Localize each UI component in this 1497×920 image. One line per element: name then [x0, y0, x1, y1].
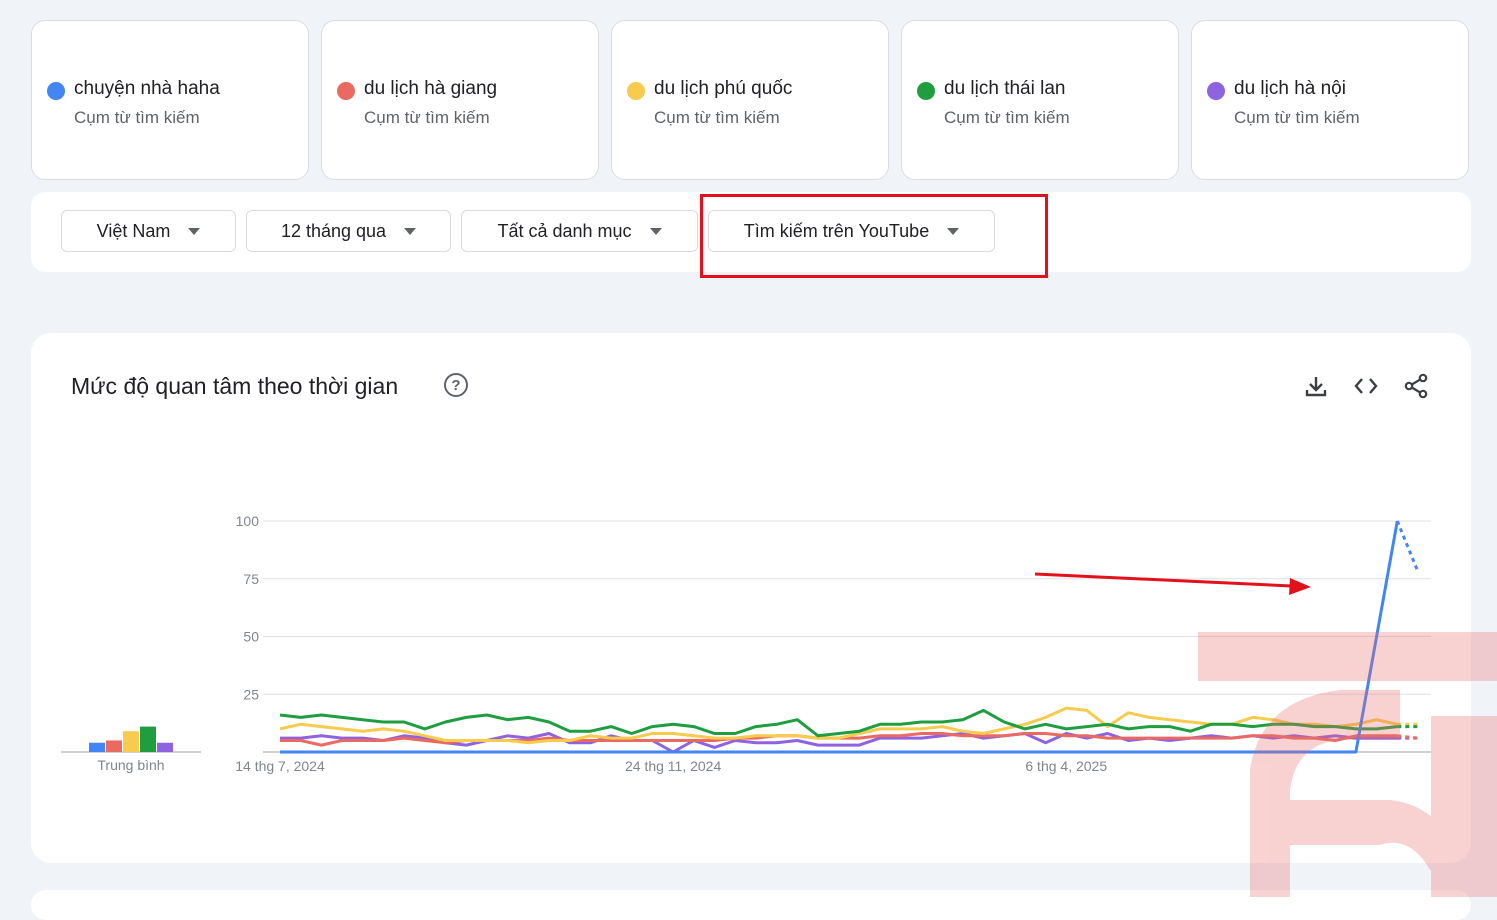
average-label: Trung bình [97, 757, 164, 773]
interest-chart: 25 50 75 100 14 thg 7, 2024 24 thg 11, 2024 6 … [61, 513, 1497, 897]
average-bars: Trung bình [61, 726, 201, 773]
series-partial-segment [1395, 520, 1420, 573]
y-tick-label: 50 [243, 629, 259, 645]
watermark-shape [1431, 716, 1497, 897]
watermark-shape [1250, 690, 1400, 897]
series-line [279, 708, 1398, 738]
watermark-logo [1198, 632, 1497, 897]
annotation-arrow [1034, 572, 1293, 588]
y-tick-label: 25 [243, 686, 259, 702]
average-bar [123, 731, 139, 752]
watermark-shape [1198, 632, 1497, 681]
average-bar [140, 726, 156, 752]
x-tick-label: 6 thg 4, 2025 [1025, 758, 1107, 774]
x-tick-label: 14 thg 7, 2024 [235, 758, 325, 774]
y-tick-label: 100 [236, 513, 260, 529]
annotation-arrowhead [1289, 578, 1311, 595]
average-bar [89, 742, 105, 752]
average-bar [106, 740, 122, 752]
x-tick-label: 24 thg 11, 2024 [625, 758, 721, 774]
average-bar [157, 742, 173, 752]
y-tick-label: 75 [243, 571, 259, 587]
